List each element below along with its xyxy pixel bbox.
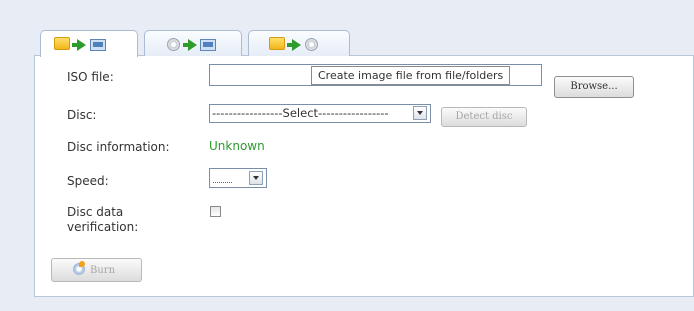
burn-button[interactable]: Burn [51,258,142,282]
disc-select-value: -----------------Select----------------- [212,106,389,120]
arrow-right-icon [188,39,197,51]
detect-disc-button[interactable]: Detect disc [441,107,527,127]
arrow-right-icon [292,39,301,51]
iso-file-label: ISO file: [67,70,114,84]
disc-verification-checkbox[interactable] [210,206,221,217]
chevron-down-icon[interactable] [413,106,427,120]
speed-select-underline [213,182,232,183]
disc-icon [305,38,318,51]
flame-icon [79,261,85,267]
tab-create-image-from-files[interactable] [40,30,138,57]
tab-create-image-from-disc[interactable] [144,30,242,56]
chevron-down-icon[interactable] [249,171,263,185]
disc-icon [167,38,180,51]
folder-icon [269,37,285,50]
speed-label: Speed: [67,174,109,188]
iso-image-icon [90,39,106,51]
folder-icon [54,37,70,50]
tooltip: Create image file from file/folders [311,66,511,85]
disc-verification-label-line1: Disc data [67,205,124,219]
disc-verification-label-line2: verification: [67,220,139,234]
disc-verification-label: Disc data verification: [67,205,138,235]
disc-information-value: Unknown [209,139,265,153]
iso-image-icon [200,39,216,51]
burn-button-label: Burn [90,265,116,276]
disc-select[interactable]: -----------------Select----------------- [209,104,431,123]
disc-label: Disc: [67,108,97,122]
disc-information-label: Disc information: [67,140,170,154]
tab-burn-to-disc[interactable] [248,30,350,56]
speed-select[interactable] [209,168,267,188]
browse-button[interactable]: Browse... [554,76,634,98]
arrow-right-icon [77,39,86,51]
